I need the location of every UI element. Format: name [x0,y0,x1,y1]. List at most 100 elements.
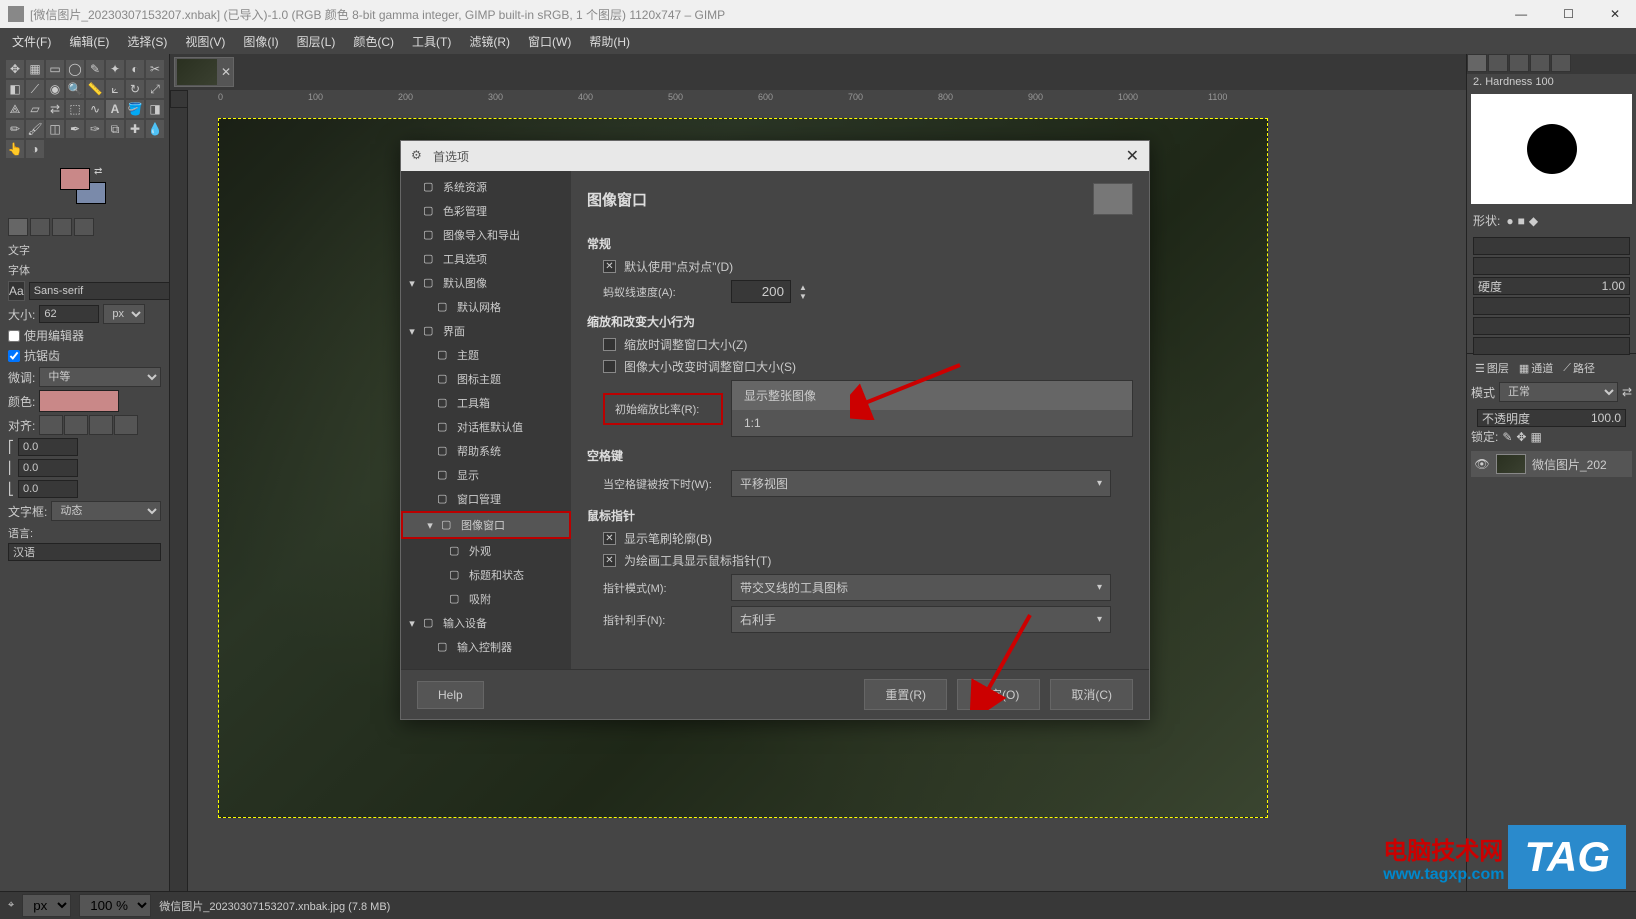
tool-smudge[interactable]: 👆 [6,140,24,158]
layer-name[interactable]: 微信图片_202 [1532,456,1607,473]
tree-item-工具选项[interactable]: ▢工具选项 [401,247,571,271]
lock-position-icon[interactable]: ✥ [1516,430,1526,444]
device-status-tab[interactable] [30,218,50,236]
layers-tab[interactable]: ☰ 图层 [1471,358,1513,378]
foreground-color[interactable] [60,168,90,190]
mode-select[interactable]: 正常 [1499,382,1618,402]
tool-scale[interactable]: ⤢ [146,80,164,98]
angle-slider[interactable] [1467,313,1636,333]
aspect-slider[interactable] [1467,293,1636,313]
tree-item-主题[interactable]: ▢主题 [401,343,571,367]
tool-text[interactable]: A [106,100,124,118]
menu-layer[interactable]: 图层(L) [289,29,344,54]
use-editor-checkbox[interactable] [8,330,20,342]
tool-paintbrush[interactable]: 🖌 [26,120,44,138]
help-button[interactable]: Help [417,681,484,709]
dropdown-item-fit[interactable]: 显示整张图像 [732,381,1132,410]
menu-file[interactable]: 文件(F) [4,29,59,54]
tree-item-图标主题[interactable]: ▢图标主题 [401,367,571,391]
spacebar-combo[interactable]: 平移视图▾ [731,470,1111,497]
pencil-tab[interactable] [1551,54,1571,72]
tree-item-图像导入和导出[interactable]: ▢图像导入和导出 [401,223,571,247]
tree-item-帮助系统[interactable]: ▢帮助系统 [401,439,571,463]
tree-item-界面[interactable]: ▾▢界面 [401,319,571,343]
opacity-slider[interactable]: 不透明度 100.0 [1471,405,1632,425]
tool-airbrush[interactable]: ✒ [66,120,84,138]
dot-for-dot-checkbox[interactable] [603,260,616,273]
tool-clone[interactable]: ⧉ [106,120,124,138]
tool-fuzzy-select[interactable]: ✦ [106,60,124,78]
tree-item-系统资源[interactable]: ▢系统资源 [401,175,571,199]
menu-filters[interactable]: 滤镜(R) [461,29,518,54]
tool-by-color[interactable]: ◐ [126,60,144,78]
reset-button[interactable]: 重置(R) [864,679,947,710]
tool-gradient[interactable]: ◨ [146,100,164,118]
tool-scissors[interactable]: ✂ [146,60,164,78]
tree-item-默认图像[interactable]: ▾▢默认图像 [401,271,571,295]
tree-item-显示[interactable]: ▢显示 [401,463,571,487]
tool-rect-select[interactable]: ▭ [46,60,64,78]
spacing-slider[interactable] [1467,333,1636,353]
menu-tools[interactable]: 工具(T) [404,29,459,54]
zoom-resize-checkbox[interactable] [603,338,616,351]
justify-right[interactable] [64,415,88,435]
status-unit-select[interactable]: px [22,894,71,917]
pointer-hand-combo[interactable]: 右利手▾ [731,606,1111,633]
language-input[interactable] [8,543,161,561]
brushes-tab[interactable] [1467,54,1487,72]
tree-item-默认网格[interactable]: ▢默认网格 [401,295,571,319]
tree-item-外观[interactable]: ▢外观 [401,539,571,563]
tree-item-窗口管理[interactable]: ▢窗口管理 [401,487,571,511]
visibility-icon[interactable]: 👁 [1474,457,1490,471]
tool-eraser[interactable]: ◫ [46,120,64,138]
image-tab-close[interactable]: ✕ [221,65,231,79]
size-input[interactable] [39,305,99,323]
hardness-slider[interactable]: 硬度 1.00 [1467,273,1636,293]
spinner-down[interactable]: ▼ [799,292,807,301]
antialias-checkbox[interactable] [8,350,20,362]
pointer-mode-combo[interactable]: 带交叉线的工具图标▾ [731,574,1111,601]
initial-zoom-dropdown[interactable]: 显示整张图像 1:1 [731,380,1133,437]
tree-item-输入设备[interactable]: ▾▢输入设备 [401,611,571,635]
tool-warp[interactable]: ∿ [86,100,104,118]
menu-windows[interactable]: 窗口(W) [520,29,579,54]
tree-item-图像窗口[interactable]: ▾▢图像窗口 [401,511,571,539]
tree-item-吸附[interactable]: ▢吸附 [401,587,571,611]
show-brush-checkbox[interactable] [603,532,616,545]
tree-item-色彩管理[interactable]: ▢色彩管理 [401,199,571,223]
brush-preview[interactable] [1471,94,1632,204]
swap-colors-icon[interactable]: ⇄ [94,166,102,177]
menu-help[interactable]: 帮助(H) [581,29,638,54]
tool-foreground[interactable]: ◧ [6,80,24,98]
tool-bucket[interactable]: 🪣 [126,100,144,118]
paths-tab[interactable]: ⟋ 路径 [1559,358,1599,378]
textdir-select[interactable]: 动态 [51,501,161,521]
tool-align[interactable]: ▦ [26,60,44,78]
tool-blur[interactable]: 💧 [146,120,164,138]
tool-flip[interactable]: ⇄ [46,100,64,118]
tool-crop[interactable]: ⟀ [106,80,124,98]
size-unit[interactable]: px [103,304,145,324]
images-tab[interactable] [74,218,94,236]
mode-arrows-icon[interactable]: ⇄ [1622,385,1632,399]
tree-item-对话框默认值[interactable]: ▢对话框默认值 [401,415,571,439]
layer-item[interactable]: 👁 微信图片_202 [1471,451,1632,477]
status-zoom-select[interactable]: 100 % [79,894,151,917]
tool-shear[interactable]: ⟁ [6,100,24,118]
menu-edit[interactable]: 编辑(E) [61,29,117,54]
font-input[interactable] [29,282,169,300]
undo-history-tab[interactable] [52,218,72,236]
tool-move[interactable]: ✥ [6,60,24,78]
menu-view[interactable]: 视图(V) [177,29,233,54]
ok-button[interactable]: 确定(O) [957,679,1040,710]
text-color-swatch[interactable] [39,390,119,412]
dropdown-item-1to1[interactable]: 1:1 [732,410,1132,436]
tool-pencil[interactable]: ✏ [6,120,24,138]
justify-left[interactable] [39,415,63,435]
tool-zoom[interactable]: 🔍 [66,80,84,98]
indent-input-3[interactable] [18,480,78,498]
fonts-tab[interactable] [1509,54,1529,72]
lock-pixels-icon[interactable]: ✎ [1502,430,1512,444]
tool-heal[interactable]: ✚ [126,120,144,138]
justify-fill[interactable] [114,415,138,435]
